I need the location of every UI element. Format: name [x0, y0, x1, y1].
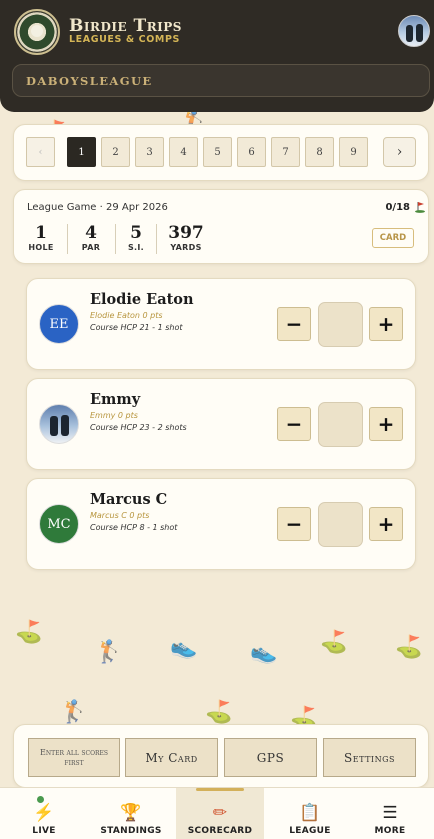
increase-score-button[interactable]: +	[369, 407, 403, 441]
player-points: Marcus C 0 pts	[90, 511, 150, 520]
hole-info-card: League Game · 29 Apr 2026 0/18 1 HOLE 4 …	[13, 189, 429, 264]
player-avatar: EE	[39, 304, 79, 344]
player-avatar: MC	[39, 504, 79, 544]
decrease-score-button[interactable]: −	[277, 307, 311, 341]
nav-standings[interactable]: 🏆 STANDINGS	[87, 788, 175, 839]
card-button[interactable]: CARD	[372, 228, 414, 248]
prev-hole-button[interactable]: ‹	[26, 137, 55, 167]
menu-icon: ☰	[382, 803, 398, 823]
settings-button[interactable]: Settings	[323, 738, 416, 777]
stat-hole: 1 HOLE	[26, 223, 56, 253]
par-value: 4	[85, 223, 97, 243]
game-label: League Game · 29 Apr 2026	[27, 202, 168, 213]
player-points: Emmy 0 pts	[90, 411, 138, 420]
hole-number: 1	[35, 223, 47, 243]
league-selector[interactable]: DABOYSLEAGUE	[12, 64, 430, 97]
player-name: Emmy	[90, 391, 141, 408]
golf-flag-icon	[415, 202, 425, 213]
hole-page-6[interactable]: 6	[237, 137, 266, 167]
trophy-icon: 🏆	[120, 803, 142, 823]
hole-page-9[interactable]: 9	[339, 137, 368, 167]
hole-page-2[interactable]: 2	[101, 137, 130, 167]
player-card: EE Elodie Eaton Elodie Eaton 0 pts Cours…	[26, 278, 416, 370]
stat-divider	[156, 224, 157, 254]
hole-page-8[interactable]: 8	[305, 137, 334, 167]
birdie-trips-logo[interactable]	[14, 9, 60, 55]
gps-button[interactable]: GPS	[224, 738, 317, 777]
hole-page-3[interactable]: 3	[135, 137, 164, 167]
holes-progress: 0/18	[385, 202, 410, 213]
lightning-icon: ⚡	[33, 803, 55, 823]
next-hole-button[interactable]: ›	[383, 137, 416, 167]
brand-subtitle: LEAGUES & COMPS	[69, 34, 180, 45]
yards-value: 397	[168, 223, 204, 243]
player-name: Elodie Eaton	[90, 291, 194, 308]
hole-label: HOLE	[28, 243, 54, 252]
player-card: Emmy Emmy 0 pts Course HCP 23 - 2 shots …	[26, 378, 416, 470]
hole-page-1[interactable]: 1	[67, 137, 96, 167]
si-value: 5	[130, 223, 142, 243]
stat-divider	[67, 224, 68, 254]
brand-title: Birdie Trips	[69, 16, 182, 36]
hole-pager: ‹ 1 2 3 4 5 6 7 8 9 ›	[13, 124, 429, 181]
hole-page-5[interactable]: 5	[203, 137, 232, 167]
player-avatar	[39, 404, 79, 444]
stat-yards: 397 YARDS	[165, 223, 207, 253]
hole-page-7[interactable]: 7	[271, 137, 300, 167]
score-input[interactable]	[318, 402, 363, 447]
player-handicap: Course HCP 21 - 1 shot	[90, 323, 183, 332]
league-name: DABOYSLEAGUE	[26, 74, 153, 88]
player-handicap: Course HCP 8 - 1 shot	[90, 523, 178, 532]
app-header: Birdie Trips LEAGUES & COMPS DABOYSLEAGU…	[0, 0, 434, 112]
score-input[interactable]	[318, 502, 363, 547]
live-indicator-dot	[37, 796, 44, 803]
nav-live[interactable]: ⚡ LIVE	[0, 788, 88, 839]
nav-more[interactable]: ☰ MORE	[346, 788, 434, 839]
stat-si: 5 S.I.	[124, 223, 148, 253]
stat-par: 4 PAR	[77, 223, 105, 253]
nav-scorecard-label: SCORECARD	[187, 826, 253, 836]
score-input[interactable]	[318, 302, 363, 347]
stat-divider	[115, 224, 116, 254]
nav-more-label: MORE	[374, 826, 406, 836]
increase-score-button[interactable]: +	[369, 307, 403, 341]
hole-page-4[interactable]: 4	[169, 137, 198, 167]
increase-score-button[interactable]: +	[369, 507, 403, 541]
nav-scorecard[interactable]: ✏ SCORECARD	[176, 788, 264, 839]
clipboard-icon: 📋	[299, 803, 321, 823]
action-bar: Enter all scores first My Card GPS Setti…	[13, 724, 429, 788]
player-card: MC Marcus C Marcus C 0 pts Course HCP 8 …	[26, 478, 416, 570]
player-name: Marcus C	[90, 491, 168, 508]
decrease-score-button[interactable]: −	[277, 407, 311, 441]
player-handicap: Course HCP 23 - 2 shots	[90, 423, 187, 432]
user-avatar[interactable]	[398, 15, 430, 47]
pencil-icon: ✏	[212, 803, 228, 823]
yards-label: YARDS	[170, 243, 202, 252]
player-points: Elodie Eaton 0 pts	[90, 311, 163, 320]
nav-live-label: LIVE	[32, 826, 56, 836]
si-label: S.I.	[127, 243, 145, 252]
my-card-button[interactable]: My Card	[125, 738, 218, 777]
enter-all-scores-button[interactable]: Enter all scores first	[28, 738, 120, 777]
bottom-navigation: ⚡ LIVE 🏆 STANDINGS ✏ SCORECARD 📋 LEAGUE …	[0, 787, 434, 839]
nav-league[interactable]: 📋 LEAGUE	[266, 788, 354, 839]
active-tab-indicator	[196, 788, 244, 791]
par-label: PAR	[81, 243, 101, 252]
decrease-score-button[interactable]: −	[277, 507, 311, 541]
nav-league-label: LEAGUE	[289, 826, 331, 836]
nav-standings-label: STANDINGS	[100, 826, 162, 836]
